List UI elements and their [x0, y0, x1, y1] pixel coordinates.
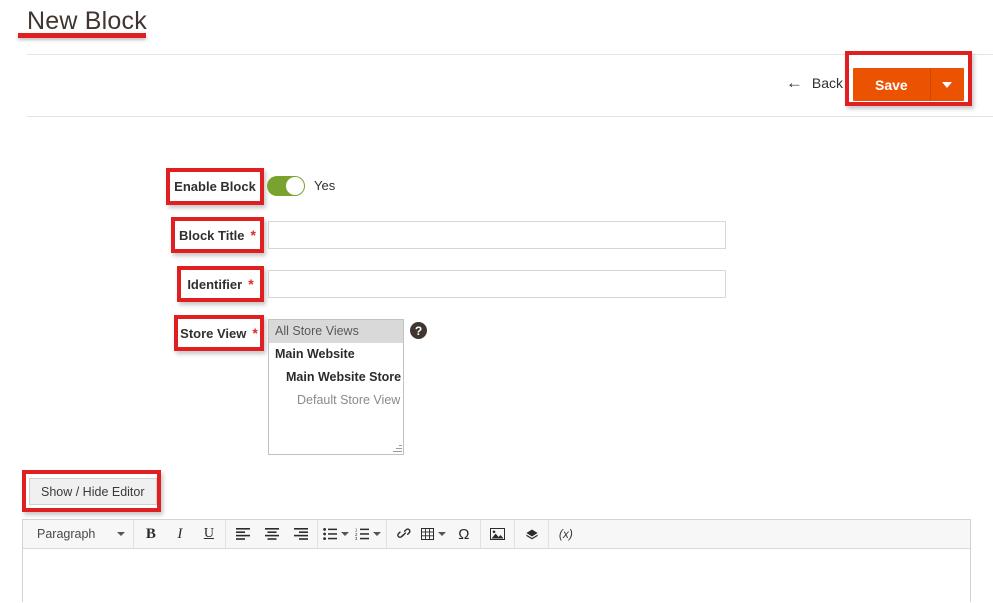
toolbar-group-lists: 1 2 3: [318, 520, 388, 548]
toolbar-group-style: B I U: [134, 520, 227, 548]
chevron-down-icon: [942, 81, 953, 88]
bold-icon[interactable]: B: [136, 523, 165, 545]
block-title-input[interactable]: [268, 221, 726, 249]
editor-toolbar: Paragraph B I U 1 2 3 Ω (x): [23, 520, 970, 549]
toolbar-group-variable: (x): [549, 520, 582, 548]
toolbar-group-format: Paragraph: [27, 520, 135, 548]
align-center-icon[interactable]: [257, 523, 286, 545]
store-view-option[interactable]: Main Website Store: [269, 366, 403, 389]
chevron-down-icon: [438, 532, 447, 536]
link-icon[interactable]: [389, 523, 418, 545]
insert-variable-icon[interactable]: (x): [551, 523, 580, 545]
table-icon[interactable]: [418, 523, 449, 545]
store-view-option[interactable]: Default Store View: [269, 389, 403, 412]
store-view-multiselect[interactable]: All Store Views Main Website Main Website …: [268, 319, 404, 455]
bullet-list-icon[interactable]: [320, 523, 352, 545]
toolbar-group-media: [481, 520, 516, 548]
save-button-label: Save: [875, 76, 908, 93]
insert-widget-icon[interactable]: [517, 523, 546, 545]
chevron-down-icon: [373, 532, 382, 536]
required-marker: *: [250, 227, 256, 243]
identifier-input[interactable]: [268, 270, 726, 298]
block-title-label-annotation: Block Title *: [171, 217, 264, 253]
wysiwyg-editor: Paragraph B I U 1 2 3 Ω (x): [22, 519, 971, 603]
page-title-container: New Block: [27, 6, 147, 36]
back-button-label: Back: [811, 74, 843, 91]
store-view-option[interactable]: Main Website: [269, 343, 403, 366]
svg-text:3: 3: [355, 536, 358, 540]
identifier-label-annotation: Identifier *: [177, 266, 264, 302]
enable-block-label-annotation: Enable Block: [166, 168, 264, 205]
italic-icon[interactable]: I: [165, 523, 194, 545]
special-character-icon[interactable]: Ω: [449, 523, 478, 545]
numbered-list-icon[interactable]: 1 2 3: [352, 523, 384, 545]
block-title-label: Block Title *: [179, 227, 256, 243]
arrow-left-icon: ←: [785, 73, 803, 92]
toggle-knob: [286, 177, 304, 195]
page-title: New Block: [27, 7, 147, 35]
insert-image-icon[interactable]: [483, 523, 512, 545]
back-button[interactable]: ← Back: [786, 74, 843, 91]
chevron-down-icon: [341, 532, 350, 536]
editor-content-area[interactable]: [23, 549, 970, 603]
enable-block-label: Enable Block: [174, 179, 256, 194]
question-mark-icon[interactable]: ?: [410, 322, 427, 339]
align-left-icon[interactable]: [228, 523, 257, 545]
show-hide-editor-button[interactable]: Show / Hide Editor: [29, 478, 157, 505]
required-marker: *: [248, 276, 254, 292]
save-dropdown-toggle[interactable]: [929, 68, 964, 101]
enable-block-toggle[interactable]: [267, 176, 305, 196]
store-view-option[interactable]: All Store Views: [269, 320, 403, 343]
align-right-icon[interactable]: [286, 523, 315, 545]
header-divider-bottom: [27, 116, 993, 117]
title-annotation-underline: [18, 33, 146, 38]
save-button[interactable]: Save: [853, 68, 964, 101]
store-view-label: Store View *: [180, 325, 258, 341]
toolbar-group-align: [226, 520, 319, 548]
multiselect-resize-handle[interactable]: [392, 443, 402, 453]
toolbar-group-insert: Ω: [387, 520, 482, 548]
required-marker: *: [252, 325, 258, 341]
toolbar-group-widget: [515, 520, 550, 548]
identifier-label: Identifier *: [187, 276, 254, 292]
enable-block-toggle-value: Yes: [314, 178, 336, 193]
chevron-down-icon: [117, 532, 126, 536]
underline-icon[interactable]: U: [194, 523, 223, 545]
format-select[interactable]: Paragraph: [29, 523, 131, 545]
store-view-label-annotation: Store View *: [174, 315, 264, 351]
format-select-value: Paragraph: [37, 527, 96, 541]
